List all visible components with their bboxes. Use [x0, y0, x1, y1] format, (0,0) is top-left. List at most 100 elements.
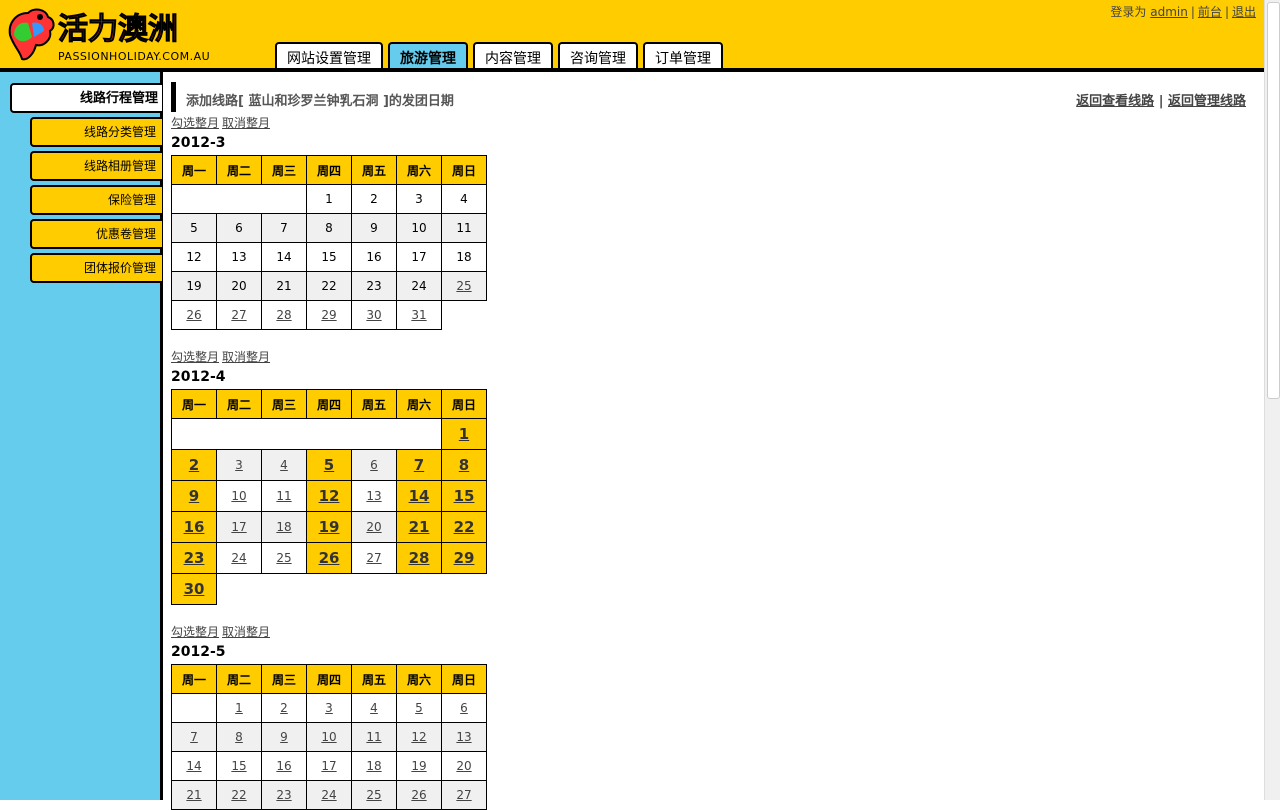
calendar-day-cell[interactable]: 18: [351, 751, 397, 781]
tab-content-management[interactable]: 内容管理: [473, 42, 553, 68]
calendar-day-cell[interactable]: 24: [216, 542, 262, 574]
scrollbar[interactable]: [1264, 0, 1280, 800]
calendar-day-cell[interactable]: 14: [396, 480, 442, 512]
calendar-day-cell[interactable]: 18: [261, 511, 307, 543]
calendar-day-cell[interactable]: 28: [261, 300, 307, 330]
month-select-links: 勾选整月 取消整月: [171, 114, 1251, 130]
sidebar-heading[interactable]: 线路行程管理: [10, 83, 162, 113]
calendar-day-cell[interactable]: 23: [171, 542, 217, 574]
calendar-day-cell: 5: [171, 213, 217, 243]
tab-travel-management[interactable]: 旅游管理: [388, 42, 468, 68]
calendar-day-cell[interactable]: 1: [441, 418, 487, 450]
calendar-day-cell[interactable]: 23: [261, 780, 307, 810]
login-prefix: 登录为: [1110, 5, 1147, 19]
calendar-day-cell[interactable]: 5: [396, 693, 442, 723]
tab-site-settings[interactable]: 网站设置管理: [275, 42, 383, 68]
select-month-link[interactable]: 勾选整月: [171, 116, 219, 130]
calendar-day-cell[interactable]: 27: [351, 542, 397, 574]
calendar-day-cell[interactable]: 31: [396, 300, 442, 330]
calendar-week-row: 5 6 7 8 9 10 11: [171, 213, 487, 243]
calendar-day-cell[interactable]: 2: [171, 449, 217, 481]
calendar-day-cell[interactable]: 26: [171, 300, 217, 330]
calendar-day-cell[interactable]: 4: [351, 693, 397, 723]
calendar-day-cell[interactable]: 30: [351, 300, 397, 330]
calendar-day-cell[interactable]: 7: [171, 722, 217, 752]
calendar-day-cell[interactable]: 29: [306, 300, 352, 330]
calendar-day-cell[interactable]: 17: [306, 751, 352, 781]
calendar-day-cell[interactable]: 26: [306, 542, 352, 574]
calendar-day-cell[interactable]: 3: [306, 693, 352, 723]
calendar-day-cell[interactable]: 10: [216, 480, 262, 512]
calendar-day-cell[interactable]: 11: [351, 722, 397, 752]
calendar-day-cell[interactable]: 25: [441, 271, 487, 301]
scroll-thumb[interactable]: [1267, 2, 1280, 399]
calendar-day-cell[interactable]: 7: [396, 449, 442, 481]
calendar-day-cell[interactable]: 14: [171, 751, 217, 781]
calendar-day-cell[interactable]: 20: [351, 511, 397, 543]
calendar-day-cell[interactable]: 26: [396, 780, 442, 810]
user-bar: 登录为 admin | 前台 | 退出: [1110, 5, 1256, 19]
frontend-link[interactable]: 前台: [1198, 5, 1222, 19]
calendar-day-cell[interactable]: 12: [396, 722, 442, 752]
calendar-day-cell[interactable]: 22: [216, 780, 262, 810]
calendar-week-row: 23 24 25 26 27 28 29: [171, 542, 487, 574]
calendar-day-cell[interactable]: 5: [306, 449, 352, 481]
logout-link[interactable]: 退出: [1232, 5, 1256, 19]
deselect-month-link[interactable]: 取消整月: [222, 625, 270, 639]
back-view-route-link[interactable]: 返回查看线路: [1076, 94, 1154, 109]
calendar-day-cell[interactable]: 24: [306, 780, 352, 810]
calendar-day-cell[interactable]: 27: [216, 300, 262, 330]
page-title: 添加线路[ 蓝山和珍罗兰钟乳石洞 ]的发团日期: [186, 94, 454, 109]
calendar-day-cell[interactable]: 2: [261, 693, 307, 723]
calendar-day-cell[interactable]: 15: [441, 480, 487, 512]
calendar-day-cell[interactable]: 30: [171, 573, 217, 605]
calendar-day-cell[interactable]: 19: [306, 511, 352, 543]
calendar-day-cell[interactable]: 25: [261, 542, 307, 574]
calendar-day-cell[interactable]: 29: [441, 542, 487, 574]
calendar-day-cell[interactable]: 19: [396, 751, 442, 781]
calendar-day-cell[interactable]: 8: [441, 449, 487, 481]
calendar-day-cell[interactable]: 8: [216, 722, 262, 752]
top-nav: 网站设置管理 旅游管理 内容管理 咨询管理 订单管理: [275, 42, 723, 68]
back-links-separator: |: [1158, 94, 1164, 109]
calendar-day-cell[interactable]: 9: [261, 722, 307, 752]
calendar-day-cell[interactable]: 17: [216, 511, 262, 543]
calendar-day-cell[interactable]: 22: [441, 511, 487, 543]
calendar-day-cell[interactable]: 13: [441, 722, 487, 752]
calendar-day-cell[interactable]: 28: [396, 542, 442, 574]
calendar-day-cell[interactable]: 27: [441, 780, 487, 810]
tab-order-management[interactable]: 订单管理: [643, 42, 723, 68]
calendar-day-cell[interactable]: 25: [351, 780, 397, 810]
sidebar-item-group-quote[interactable]: 团体报价管理: [30, 253, 162, 283]
calendar-day-cell[interactable]: 3: [216, 449, 262, 481]
calendar-day-cell[interactable]: 1: [216, 693, 262, 723]
calendar-day-cell[interactable]: 16: [261, 751, 307, 781]
deselect-month-link[interactable]: 取消整月: [222, 350, 270, 364]
calendar-day-cell[interactable]: 16: [171, 511, 217, 543]
back-manage-route-link[interactable]: 返回管理线路: [1168, 94, 1246, 109]
site-logo[interactable]: 活力澳洲 PASSIONHOLIDAY.COM.AU: [6, 3, 212, 65]
calendar-day-cell[interactable]: 20: [441, 751, 487, 781]
deselect-month-link[interactable]: 取消整月: [222, 116, 270, 130]
calendar-day-cell[interactable]: 11: [261, 480, 307, 512]
select-month-link[interactable]: 勾选整月: [171, 625, 219, 639]
calendar-day-cell[interactable]: 21: [171, 780, 217, 810]
select-month-link[interactable]: 勾选整月: [171, 350, 219, 364]
calendar-day-cell[interactable]: 12: [306, 480, 352, 512]
calendar-day-cell[interactable]: 9: [171, 480, 217, 512]
calendar-day-cell[interactable]: 15: [216, 751, 262, 781]
calendar-day-cell[interactable]: 21: [396, 511, 442, 543]
sidebar-item-route-album[interactable]: 线路相册管理: [30, 151, 162, 181]
calendar-day-cell: 15: [306, 242, 352, 272]
sidebar-item-coupon[interactable]: 优惠卷管理: [30, 219, 162, 249]
username-link[interactable]: admin: [1150, 5, 1188, 19]
calendar-day-cell[interactable]: 6: [351, 449, 397, 481]
tab-inquiry-management[interactable]: 咨询管理: [558, 42, 638, 68]
calendar-day-cell[interactable]: 6: [441, 693, 487, 723]
sidebar-item-route-category[interactable]: 线路分类管理: [30, 117, 162, 147]
sidebar-item-insurance[interactable]: 保险管理: [30, 185, 162, 215]
calendar-day-cell[interactable]: 13: [351, 480, 397, 512]
weekday-header: 周日: [441, 155, 487, 185]
calendar-day-cell[interactable]: 4: [261, 449, 307, 481]
calendar-day-cell[interactable]: 10: [306, 722, 352, 752]
